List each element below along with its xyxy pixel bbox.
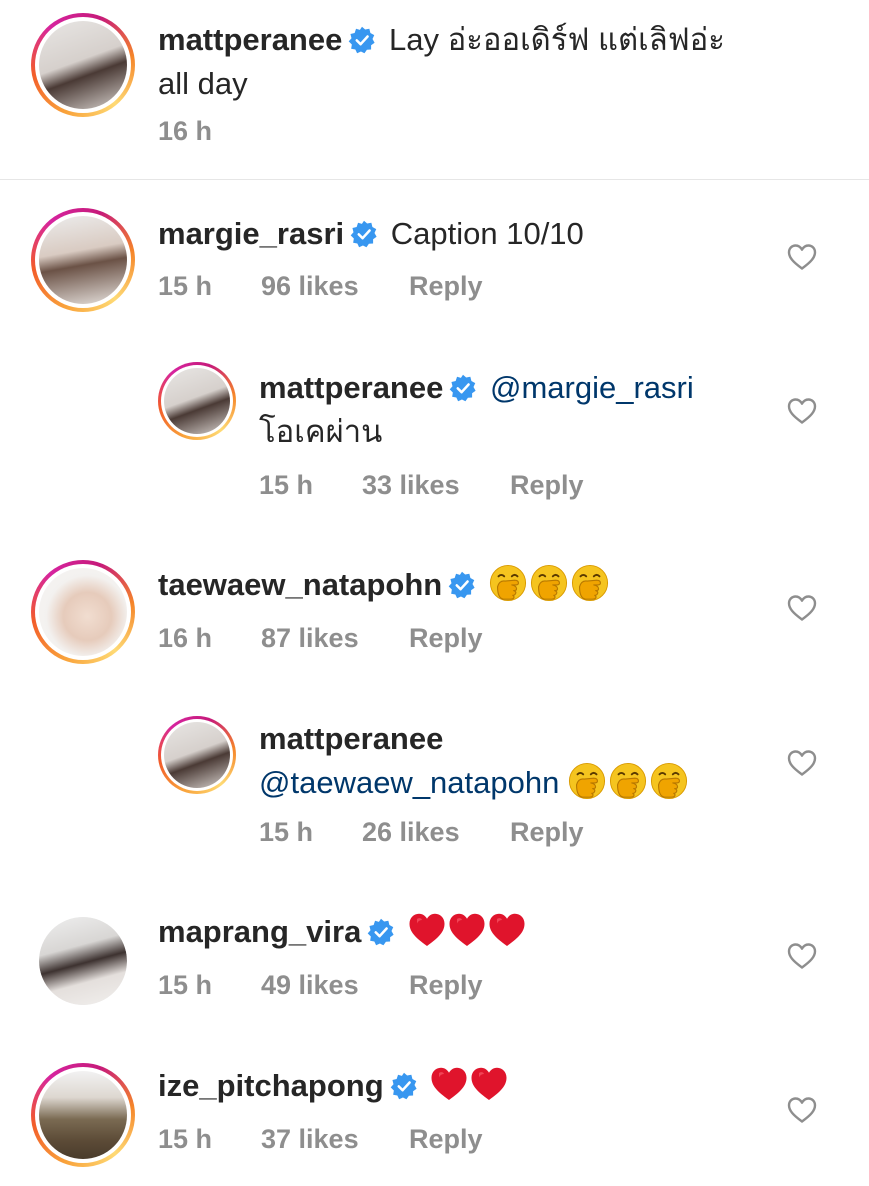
timestamp: 15 h [158, 271, 213, 301]
comment-body: Lay อ่ะออเดิร์ฟ แต่เลิฟอ่ะ [388, 22, 725, 57]
reply-button[interactable]: Reply [409, 970, 483, 1001]
comment-meta: 15 h 96 likes Reply [158, 271, 483, 302]
likes-count[interactable]: 37 likes [261, 1124, 409, 1155]
reply-button[interactable]: Reply [409, 623, 483, 654]
comment-meta: 15 h 33 likes Reply [259, 470, 584, 501]
comment-body: โอเคผ่าน [259, 414, 383, 449]
like-heart-icon[interactable] [787, 749, 817, 777]
avatar[interactable] [31, 1063, 135, 1167]
timestamp: 16 h [158, 623, 213, 653]
comment-meta: 15 h 49 likes Reply [158, 970, 483, 1001]
verified-badge-icon [390, 1072, 418, 1100]
red-heart-emoji-icon [448, 912, 486, 948]
comment-meta: 15 h 37 likes Reply [158, 1124, 483, 1155]
verified-badge-icon [350, 220, 378, 248]
verified-badge-icon [367, 918, 395, 946]
red-heart-emoji-icon [430, 1066, 468, 1102]
mention-link[interactable]: @margie_rasri [490, 370, 694, 405]
likes-count[interactable]: 87 likes [261, 623, 409, 654]
comment-text: margie_rasri Caption 10/10 [158, 212, 584, 256]
verified-badge-icon [448, 571, 476, 599]
comment-text: ize_pitchapong [158, 1064, 510, 1108]
hand-over-mouth-emoji-icon [530, 564, 568, 602]
comment-text: maprang_vira [158, 910, 528, 954]
red-heart-emoji-icon [408, 912, 446, 948]
timestamp: 15 h [259, 470, 314, 500]
hand-over-mouth-emoji-icon [489, 564, 527, 602]
mention-link[interactable]: @taewaew_natapohn [259, 765, 559, 800]
timestamp: 15 h [158, 1124, 213, 1154]
avatar[interactable] [158, 716, 236, 794]
avatar[interactable] [39, 917, 127, 1005]
timestamp: 15 h [158, 970, 213, 1000]
timestamp: 15 h [259, 817, 314, 847]
avatar[interactable] [158, 362, 236, 440]
comment-body-line2: all day [158, 66, 248, 101]
username[interactable]: ize_pitchapong [158, 1068, 384, 1103]
username[interactable]: margie_rasri [158, 216, 344, 251]
reply-button[interactable]: Reply [510, 817, 584, 848]
divider [0, 179, 869, 180]
verified-badge-icon [449, 374, 477, 402]
likes-count[interactable]: 96 likes [261, 271, 409, 302]
hand-over-mouth-emoji-icon [650, 762, 688, 800]
likes-count[interactable]: 26 likes [362, 817, 510, 848]
comment-meta: 16 h 87 likes Reply [158, 623, 483, 654]
username[interactable]: mattperanee [259, 370, 443, 405]
username[interactable]: maprang_vira [158, 914, 361, 949]
comment-meta: 16 h [158, 116, 212, 147]
username[interactable]: mattperanee [158, 22, 342, 57]
avatar[interactable] [31, 560, 135, 664]
comment-text: mattperanee @taewaew_natapohn [259, 717, 779, 805]
like-heart-icon[interactable] [787, 942, 817, 970]
reply-button[interactable]: Reply [409, 1124, 483, 1155]
comment-text: mattperanee Lay อ่ะออเดิร์ฟ แต่เลิฟอ่ะ a… [158, 18, 798, 106]
avatar[interactable] [31, 13, 135, 117]
like-heart-icon[interactable] [787, 243, 817, 271]
red-heart-emoji-icon [488, 912, 526, 948]
comment-meta: 15 h 26 likes Reply [259, 817, 584, 848]
comment-text: mattperanee @margie_rasri โอเคผ่าน [259, 366, 779, 454]
red-heart-emoji-icon [470, 1066, 508, 1102]
timestamp: 16 h [158, 116, 213, 146]
comment-text: taewaew_natapohn [158, 563, 612, 607]
comment-body: Caption 10/10 [390, 216, 584, 251]
like-heart-icon[interactable] [787, 1096, 817, 1124]
hand-over-mouth-emoji-icon [571, 564, 609, 602]
hand-over-mouth-emoji-icon [609, 762, 647, 800]
username[interactable]: taewaew_natapohn [158, 567, 442, 602]
likes-count[interactable]: 33 likes [362, 470, 510, 501]
reply-button[interactable]: Reply [409, 271, 483, 302]
verified-badge-icon [348, 26, 376, 54]
username[interactable]: mattperanee [259, 721, 443, 756]
hand-over-mouth-emoji-icon [568, 762, 606, 800]
like-heart-icon[interactable] [787, 594, 817, 622]
likes-count[interactable]: 49 likes [261, 970, 409, 1001]
reply-button[interactable]: Reply [510, 470, 584, 501]
like-heart-icon[interactable] [787, 397, 817, 425]
avatar[interactable] [31, 208, 135, 312]
